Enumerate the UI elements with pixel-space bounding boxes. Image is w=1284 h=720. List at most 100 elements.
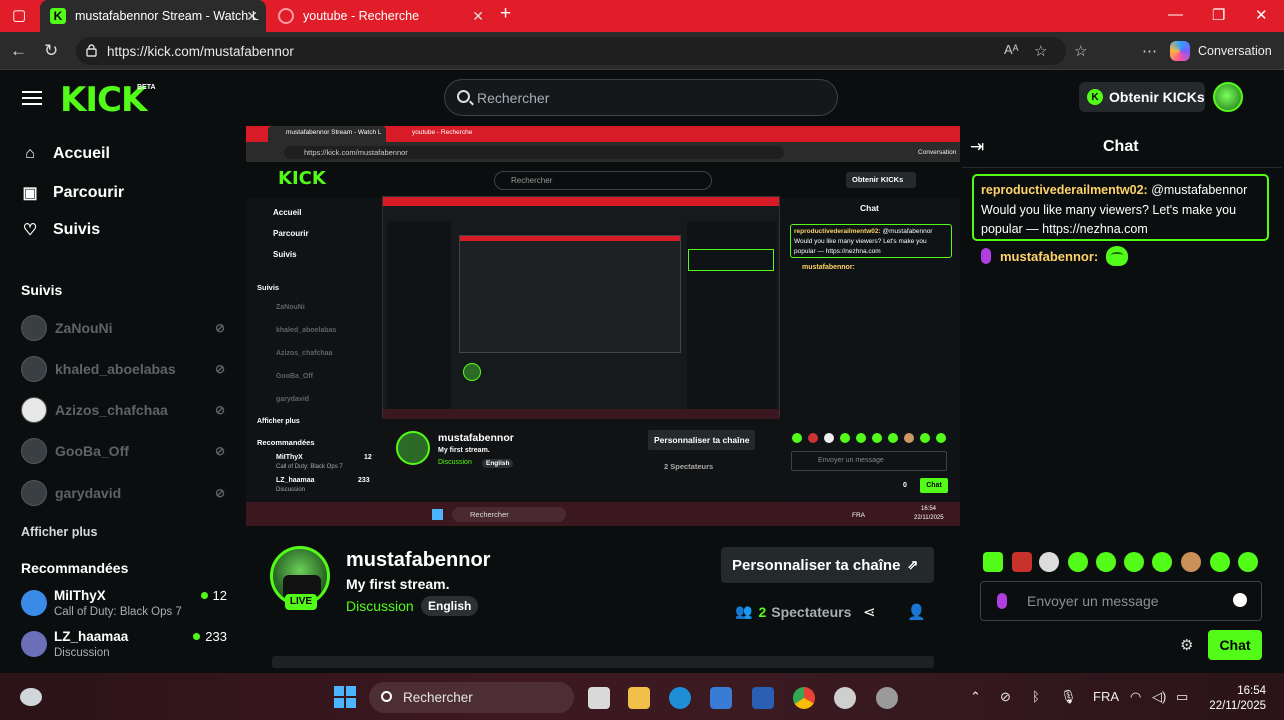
nav-home[interactable]: ⌂ Accueil	[21, 145, 110, 163]
emote-icon[interactable]	[1181, 552, 1201, 572]
video-following-item: khaled_aboelabas	[276, 327, 337, 334]
close-tab-icon[interactable]: ✕	[472, 8, 484, 25]
emote-icon[interactable]	[1238, 552, 1258, 572]
stream-category-link[interactable]: Discussion	[346, 598, 414, 614]
video-search: Rechercher	[494, 171, 712, 190]
chat-username[interactable]: mustafabennor:	[1000, 249, 1098, 264]
emote-bar	[980, 552, 1264, 574]
windows-start-icon[interactable]	[334, 686, 356, 708]
following-section-title: Suivis	[21, 282, 63, 298]
battery-icon[interactable]: ▭	[1176, 689, 1188, 705]
obs-icon[interactable]	[876, 687, 898, 709]
volume-icon[interactable]: ◁)	[1152, 689, 1166, 705]
language-indicator[interactable]: FRA	[1093, 689, 1119, 704]
video-taskbar-date: 22/11/2025	[914, 515, 944, 521]
emote-icon	[1106, 246, 1129, 266]
nav-browse[interactable]: ▣ Parcourir	[21, 183, 124, 203]
chat-message: mustafabennor:	[981, 246, 1129, 266]
nav-browse-label: Parcourir	[53, 184, 125, 201]
nav-following[interactable]: ♡ Suivis	[21, 220, 100, 240]
back-icon[interactable]: ←	[10, 41, 27, 61]
followed-channel[interactable]: khaled_aboelabas ⊘	[21, 356, 231, 382]
kick-logo[interactable]: KICK	[60, 80, 147, 120]
emote-icon[interactable]	[1096, 552, 1116, 572]
tray-app-icon[interactable]: ⊘	[1000, 689, 1011, 705]
taskbar-search-input[interactable]: Rechercher	[369, 682, 574, 713]
weather-icon[interactable]	[20, 688, 42, 706]
close-window-icon[interactable]: ✕	[1255, 6, 1268, 24]
user-avatar[interactable]	[1213, 82, 1243, 112]
tab-youtube[interactable]: youtube - Recherche ✕	[268, 0, 492, 32]
new-tab-icon[interactable]: +	[500, 3, 511, 25]
chrome-icon[interactable]	[793, 687, 815, 709]
tray-overflow-icon[interactable]: ⌃	[970, 689, 981, 705]
edge-icon[interactable]	[669, 687, 691, 709]
youtube-favicon-icon	[278, 8, 294, 24]
emoji-icon[interactable]	[1233, 593, 1247, 607]
url-field[interactable]: https://kick.com/mustafabennor	[76, 37, 1066, 65]
more-menu-icon[interactable]: ⋯	[1142, 42, 1157, 60]
tab-actions-icon[interactable]: ▢	[12, 6, 26, 24]
store-icon[interactable]	[710, 687, 732, 709]
chat-settings-icon[interactable]: ⚙	[1180, 636, 1193, 654]
emote-icon[interactable]	[1124, 552, 1144, 572]
show-more-link[interactable]: Afficher plus	[21, 525, 97, 539]
channel-category: Discussion	[54, 647, 110, 659]
chat-send-button[interactable]: Chat	[1208, 630, 1262, 660]
chatgpt-icon[interactable]	[834, 687, 856, 709]
hamburger-menu-icon[interactable]	[22, 91, 42, 105]
recommended-channel[interactable]: LZ_haamaa Discussion 233	[21, 629, 231, 663]
task-view-icon[interactable]	[588, 687, 610, 709]
emote-icon[interactable]	[983, 552, 1003, 572]
search-input[interactable]: Rechercher	[444, 79, 838, 116]
read-aloud-icon[interactable]: Aᴬ	[1004, 42, 1019, 57]
taskbar-clock[interactable]: 16:54 22/11/2025	[1206, 684, 1266, 714]
video-chat-user2: mustafabennor:	[802, 264, 855, 271]
url-text: https://kick.com/mustafabennor	[107, 43, 294, 59]
get-kicks-button[interactable]: K Obtenir KICKs	[1079, 82, 1205, 112]
nav-following-label: Suivis	[53, 221, 101, 238]
tab-kick[interactable]: K mustafabennor Stream - Watch L ✕	[40, 0, 266, 32]
emote-icon[interactable]	[1039, 552, 1059, 572]
minimize-icon[interactable]: —	[1168, 6, 1183, 23]
followed-channel[interactable]: Azizos_chafchaa ⊘	[21, 397, 231, 423]
video-recommended-category: Discussion	[276, 487, 306, 493]
streamer-name[interactable]: mustafabennor	[346, 549, 490, 572]
live-badge: LIVE	[285, 594, 317, 610]
recommended-section-title: Recommandées	[21, 560, 129, 576]
chat-username[interactable]: reproductivederailmentw02:	[981, 183, 1148, 197]
video-player[interactable]: mustafabennor Stream - Watch L youtube -…	[246, 126, 960, 526]
refresh-icon[interactable]: ↻	[44, 41, 58, 61]
microphone-icon[interactable]: 🎙	[1060, 689, 1077, 705]
followed-channel[interactable]: garydavid ⊘	[21, 480, 231, 506]
clock-time: 16:54	[1237, 685, 1266, 697]
emote-icon[interactable]	[1152, 552, 1172, 572]
file-explorer-icon[interactable]	[628, 687, 650, 709]
video-chat-user: reproductivederailmentw02:	[794, 228, 881, 235]
favorite-star-icon[interactable]: ☆	[1034, 42, 1047, 60]
collapse-chat-icon[interactable]: ⇥	[970, 137, 984, 157]
video-following-item: ZaNouNi	[276, 304, 305, 311]
video-nav-home: Accueil	[273, 208, 302, 217]
conversation-button[interactable]: Conversation	[1170, 37, 1278, 65]
restore-icon[interactable]: ❐	[1212, 6, 1225, 24]
chat-message-input[interactable]: Envoyer un message	[980, 581, 1262, 621]
wifi-icon[interactable]: ◠	[1130, 689, 1141, 705]
bluetooth-icon[interactable]: ᛒ	[1032, 689, 1040, 704]
recommended-channel[interactable]: MiIThyX Call of Duty: Black Ops 7 12	[21, 588, 231, 622]
share-icon[interactable]: ⋖	[863, 603, 876, 621]
word-icon[interactable]	[752, 687, 774, 709]
emote-icon[interactable]	[1210, 552, 1230, 572]
viewers-number: 2	[758, 603, 767, 620]
customize-channel-button[interactable]: Personnaliser ta chaîne ⇗	[721, 547, 934, 583]
follow-user-icon[interactable]: 👤	[907, 603, 926, 621]
video-recommended-name: LZ_haamaa	[276, 477, 315, 484]
offline-icon: ⊘	[214, 362, 225, 376]
emote-icon[interactable]	[1012, 552, 1032, 572]
language-tag[interactable]: English	[421, 596, 479, 616]
followed-channel[interactable]: ZaNouNi ⊘	[21, 315, 231, 341]
favorites-icon[interactable]: ☆	[1074, 42, 1087, 60]
close-tab-icon[interactable]: ✕	[246, 8, 258, 25]
emote-icon[interactable]	[1068, 552, 1088, 572]
followed-channel[interactable]: GooBa_Off ⊘	[21, 438, 231, 464]
